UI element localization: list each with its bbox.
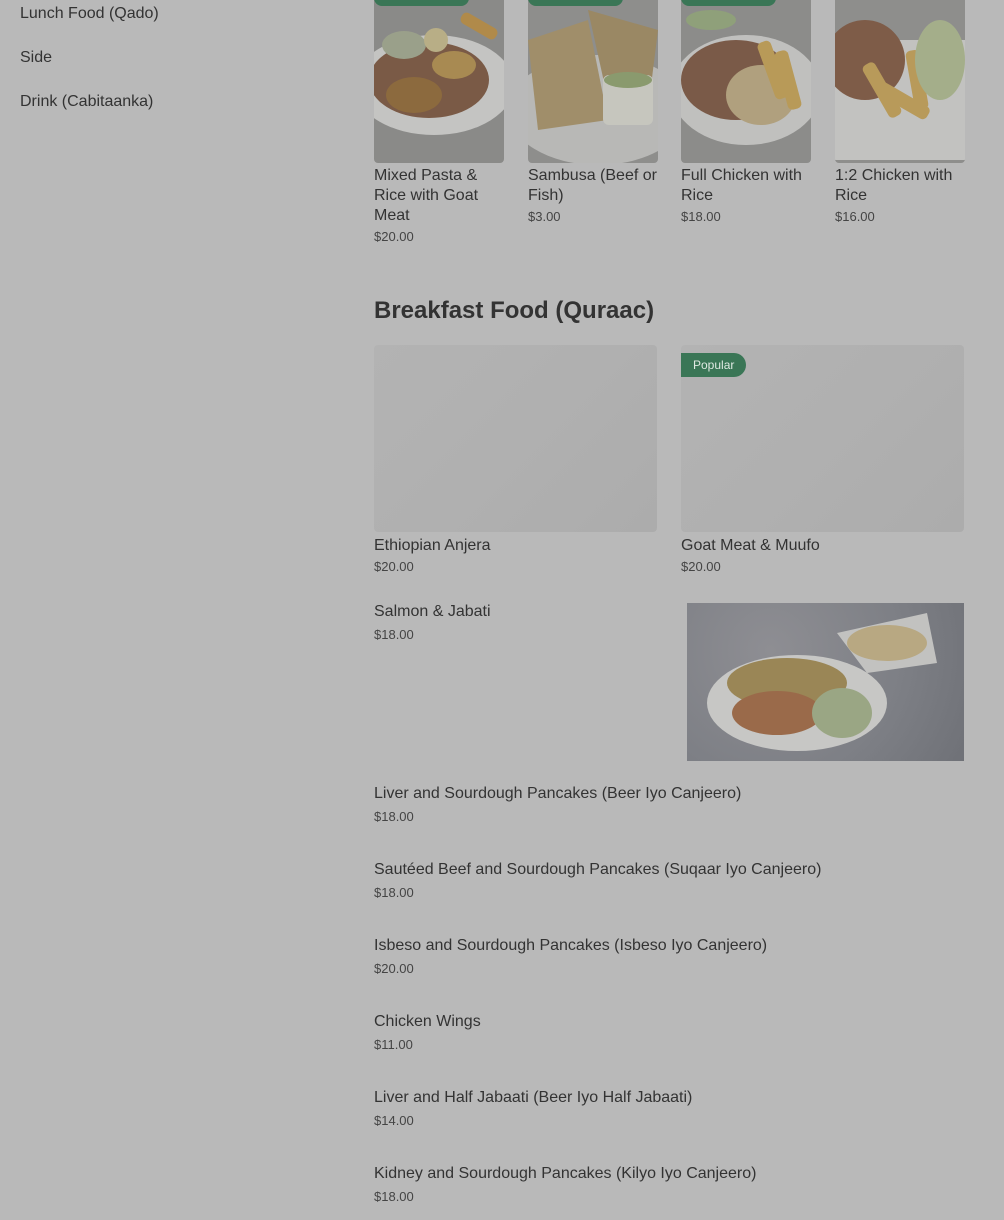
menu-item-row[interactable]: Kidney and Sourdough Pancakes (Kilyo Iyo… <box>374 1164 964 1204</box>
food-image <box>835 0 965 163</box>
item-name: Chicken Wings <box>374 1013 481 1030</box>
food-image <box>374 0 504 163</box>
item-price: $18.00 <box>681 209 721 224</box>
item-name: Ethiopian Anjera <box>374 537 491 554</box>
food-image-placeholder <box>374 345 657 532</box>
food-image <box>687 603 964 761</box>
section-title-breakfast: Breakfast Food (Quraac) <box>374 297 655 324</box>
item-price: $20.00 <box>374 559 414 574</box>
item-price: $20.00 <box>374 229 414 244</box>
badge <box>374 0 469 6</box>
item-price: $16.00 <box>835 209 875 224</box>
item-name: Sautéed Beef and Sourdough Pancakes (Suq… <box>374 861 822 878</box>
item-price: $11.00 <box>374 1037 413 1052</box>
item-name: 1:2 Chicken with Rice <box>835 167 953 204</box>
menu-item-row[interactable]: Isbeso and Sourdough Pancakes (Isbeso Iy… <box>374 936 964 976</box>
sidebar-item-drink[interactable]: Drink (Cabitaanka) <box>20 92 153 112</box>
menu-item-row[interactable]: Chicken Wings $11.00 <box>374 1012 964 1052</box>
item-price: $20.00 <box>681 559 721 574</box>
menu-item-card[interactable]: Full Chicken with Rice $18.00 <box>681 0 811 224</box>
item-price: $18.00 <box>374 885 414 900</box>
item-name: Mixed Pasta & Rice with Goat Meat <box>374 167 479 224</box>
badge <box>681 0 776 6</box>
item-price: $20.00 <box>374 961 414 976</box>
item-name: Full Chicken with Rice <box>681 167 802 204</box>
sidebar-item-lunch[interactable]: Lunch Food (Qado) <box>20 4 159 24</box>
popular-badge: Popular <box>681 353 747 377</box>
food-image <box>681 0 811 163</box>
item-name: Sambusa (Beef or Fish) <box>528 167 657 204</box>
item-name: Goat Meat & Muufo <box>681 537 820 554</box>
item-price: $18.00 <box>374 1189 414 1204</box>
item-name: Kidney and Sourdough Pancakes (Kilyo Iyo… <box>374 1165 757 1182</box>
item-name: Liver and Sourdough Pancakes (Beer Iyo C… <box>374 785 742 802</box>
item-price: $3.00 <box>528 209 561 224</box>
menu-item-card[interactable]: Mixed Pasta & Rice with Goat Meat $20.00 <box>374 0 504 244</box>
item-name: Isbeso and Sourdough Pancakes (Isbeso Iy… <box>374 937 768 954</box>
badge <box>528 0 623 6</box>
food-image <box>528 0 658 163</box>
menu-item-row[interactable]: Liver and Sourdough Pancakes (Beer Iyo C… <box>374 784 964 824</box>
sidebar-item-side[interactable]: Side <box>20 48 52 68</box>
food-image-placeholder: Popular <box>681 345 964 532</box>
menu-item-row[interactable]: Liver and Half Jabaati (Beer Iyo Half Ja… <box>374 1088 964 1128</box>
item-name: Liver and Half Jabaati (Beer Iyo Half Ja… <box>374 1089 693 1106</box>
menu-item-card[interactable]: Sambusa (Beef or Fish) $3.00 <box>528 0 658 224</box>
menu-item-card[interactable]: Popular Goat Meat & Muufo $20.00 <box>681 345 964 574</box>
menu-item-card[interactable]: Ethiopian Anjera $20.00 <box>374 345 657 574</box>
item-price: $18.00 <box>374 809 414 824</box>
item-price: $14.00 <box>374 1113 414 1128</box>
menu-item-row[interactable]: Sautéed Beef and Sourdough Pancakes (Suq… <box>374 860 964 900</box>
menu-item-card[interactable]: 1:2 Chicken with Rice $16.00 <box>835 0 965 224</box>
